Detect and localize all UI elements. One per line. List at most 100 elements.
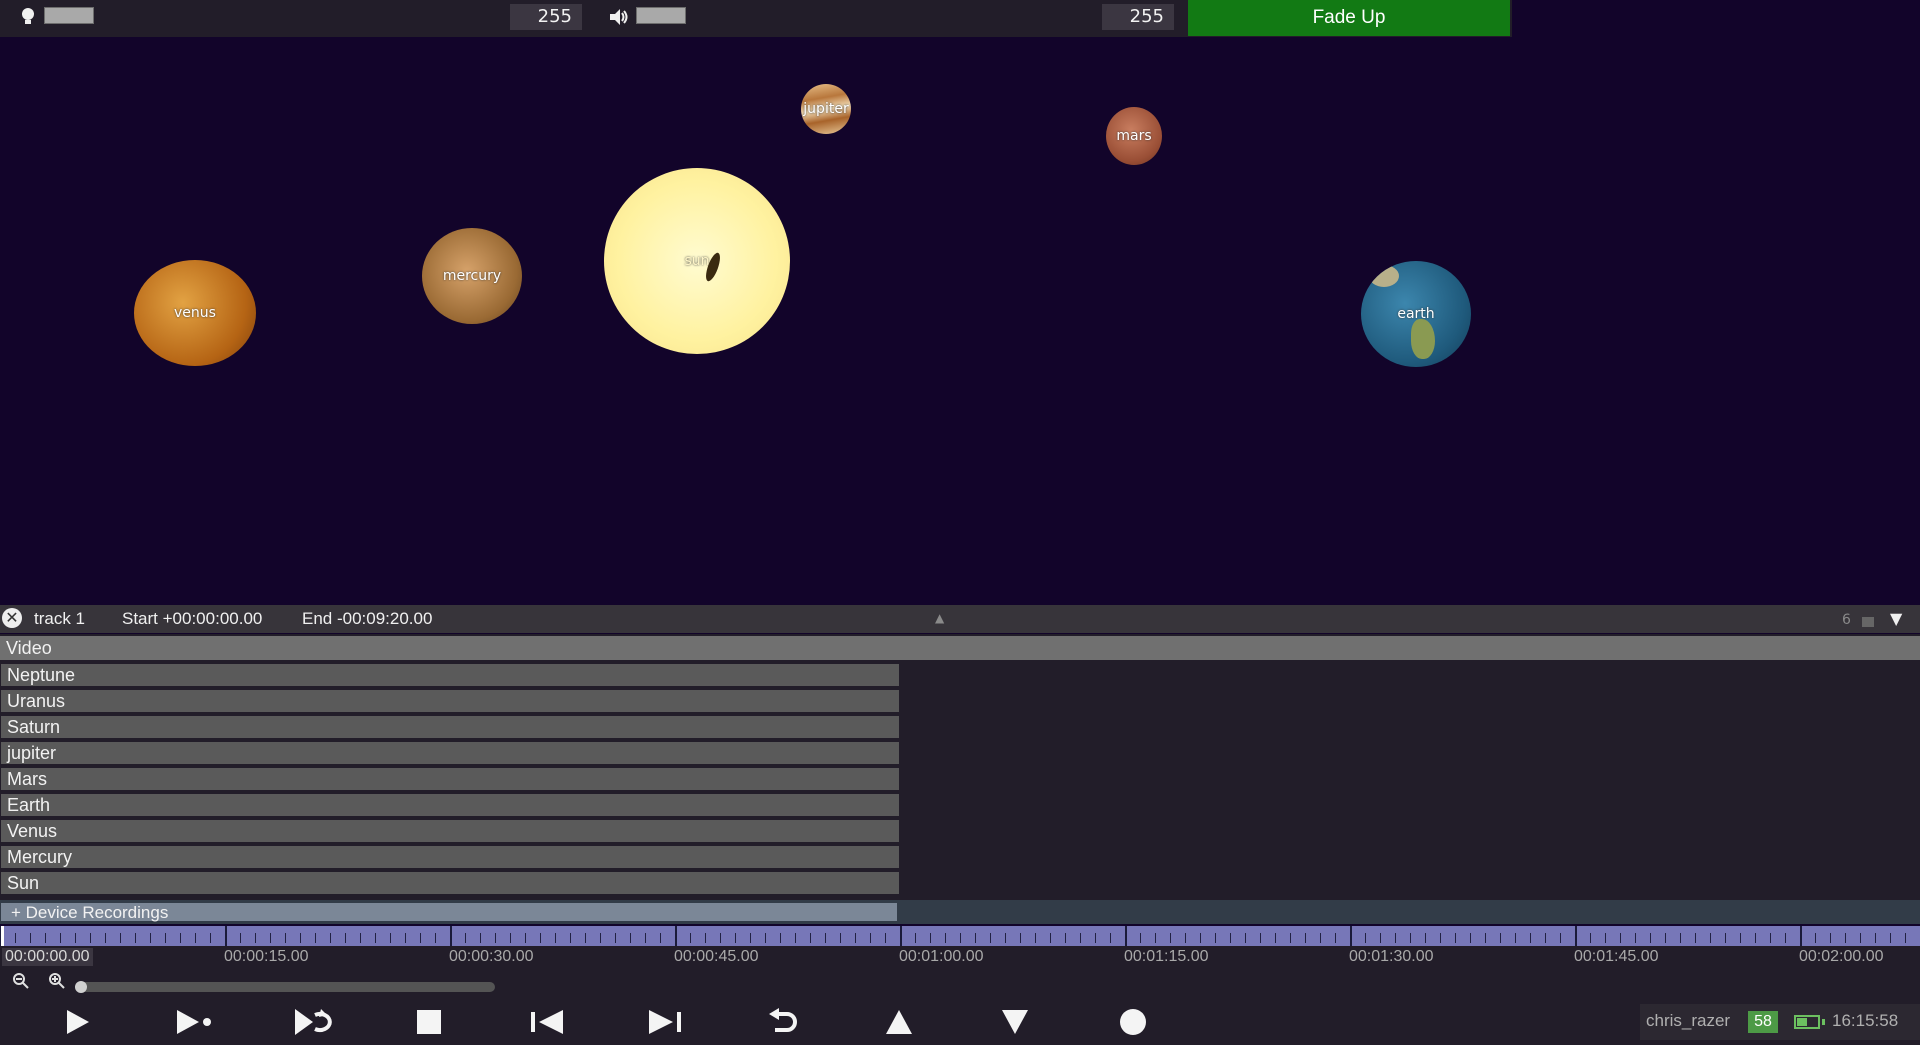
previous-button[interactable]: [517, 1004, 577, 1040]
track-row[interactable]: Earth: [1, 794, 899, 816]
track-row[interactable]: Mars: [1, 768, 899, 790]
ruler-minor-tick: [930, 933, 931, 943]
ruler-minor-tick: [765, 933, 766, 943]
track-row-label: Sun: [7, 873, 40, 893]
ruler-major-tick: [1125, 926, 1127, 946]
track-row-label: Video: [6, 638, 52, 658]
ruler-minor-tick: [1170, 933, 1171, 943]
planet-sun[interactable]: sun: [604, 168, 790, 354]
ruler-minor-tick: [1845, 933, 1846, 943]
ruler-minor-tick: [690, 933, 691, 943]
current-time: 00:00:00.00: [2, 948, 93, 966]
track-row-label: Mercury: [7, 847, 73, 867]
ruler-major-tick: [1350, 926, 1352, 946]
planet-venus[interactable]: venus: [134, 260, 256, 366]
ruler-minor-tick: [315, 933, 316, 943]
track-name[interactable]: track 1: [34, 609, 85, 629]
light-level-slider[interactable]: [44, 7, 94, 24]
track-row[interactable]: Sun: [1, 872, 899, 894]
play-button[interactable]: [47, 1004, 107, 1040]
stop-button[interactable]: [399, 1004, 459, 1040]
stage-canvas[interactable]: venus mercury sun jupiter mars earth: [0, 37, 1920, 605]
play-to-cue-button[interactable]: [165, 1004, 225, 1040]
device-recordings-row[interactable]: + Device Recordings: [1, 903, 897, 922]
ruler-minor-tick: [915, 933, 916, 943]
ruler-minor-tick: [1485, 933, 1486, 943]
ruler-minor-tick: [1710, 933, 1711, 943]
username: chris_razer: [1646, 1011, 1731, 1030]
track-row[interactable]: Mercury: [1, 846, 899, 868]
fade-up-button[interactable]: Fade Up: [1188, 0, 1510, 36]
track-selector-icon[interactable]: [1862, 617, 1874, 627]
ruler-minor-tick: [345, 933, 346, 943]
track-row[interactable]: jupiter: [1, 742, 899, 764]
ruler-minor-tick: [1320, 933, 1321, 943]
track-row[interactable]: Saturn: [1, 716, 899, 738]
time-label: 00:01:30.00: [1349, 948, 1434, 965]
ruler-minor-tick: [1440, 933, 1441, 943]
ruler-minor-tick: [1410, 933, 1411, 943]
ruler-minor-tick: [1080, 933, 1081, 943]
zoom-in-icon[interactable]: [46, 972, 68, 994]
next-button[interactable]: [635, 1004, 695, 1040]
track-row-video[interactable]: Video: [0, 636, 1920, 660]
ruler-minor-tick: [720, 933, 721, 943]
track-row-label: Neptune: [7, 665, 76, 685]
ruler-minor-tick: [375, 933, 376, 943]
chevron-down-icon[interactable]: ▼: [1890, 609, 1902, 628]
ruler-minor-tick: [1770, 933, 1771, 943]
ruler-minor-tick: [990, 933, 991, 943]
zoom-controls: [0, 968, 1920, 1000]
ruler-minor-tick: [975, 933, 976, 943]
move-down-button[interactable]: [985, 1004, 1045, 1040]
track-row-label: Earth: [7, 795, 51, 815]
ruler-minor-tick: [585, 933, 586, 943]
ruler-minor-tick: [1200, 933, 1201, 943]
ruler-minor-tick: [510, 933, 511, 943]
ruler-minor-tick: [1335, 933, 1336, 943]
ruler-minor-tick: [120, 933, 121, 943]
volume-icon: [608, 6, 630, 28]
planet-mercury[interactable]: mercury: [422, 228, 522, 324]
ruler-minor-tick: [855, 933, 856, 943]
zoom-out-icon[interactable]: [10, 972, 32, 994]
light-value[interactable]: 255: [510, 4, 582, 30]
undo-button[interactable]: [753, 1004, 813, 1040]
ruler-minor-tick: [240, 933, 241, 943]
zoom-slider[interactable]: [75, 982, 495, 992]
collapse-triangle-icon[interactable]: ▲: [935, 611, 944, 625]
timeline-ruler[interactable]: [0, 926, 1920, 946]
ruler-minor-tick: [360, 933, 361, 943]
ruler-minor-tick: [945, 933, 946, 943]
ruler-minor-tick: [795, 933, 796, 943]
planet-mars[interactable]: mars: [1106, 107, 1162, 165]
ruler-minor-tick: [1545, 933, 1546, 943]
ruler-minor-tick: [525, 933, 526, 943]
ruler-minor-tick: [180, 933, 181, 943]
close-icon[interactable]: ✕: [2, 608, 22, 628]
ruler-minor-tick: [1050, 933, 1051, 943]
planet-earth[interactable]: earth: [1361, 261, 1471, 367]
track-row[interactable]: Uranus: [1, 690, 899, 712]
move-up-button[interactable]: [869, 1004, 929, 1040]
status-badge: 58: [1748, 1011, 1778, 1033]
previous-icon: [531, 1010, 563, 1034]
ruler-minor-tick: [270, 933, 271, 943]
ruler-minor-tick: [1695, 933, 1696, 943]
ruler-minor-tick: [1110, 933, 1111, 943]
record-icon: [1120, 1009, 1146, 1035]
planet-jupiter[interactable]: jupiter: [801, 84, 851, 134]
track-row-label: Venus: [7, 821, 58, 841]
volume-value[interactable]: 255: [1102, 4, 1174, 30]
up-icon: [886, 1010, 912, 1034]
device-recordings-label: + Device Recordings: [11, 903, 169, 922]
track-row[interactable]: Venus: [1, 820, 899, 842]
track-row[interactable]: Neptune: [1, 664, 899, 686]
battery-tip: [1822, 1019, 1825, 1025]
zoom-slider-handle[interactable]: [75, 981, 87, 993]
loop-button[interactable]: [283, 1004, 343, 1040]
volume-slider[interactable]: [636, 7, 686, 24]
record-button[interactable]: [1103, 1004, 1163, 1040]
ruler-minor-tick: [1905, 933, 1906, 943]
track-row-label: Uranus: [7, 691, 66, 711]
